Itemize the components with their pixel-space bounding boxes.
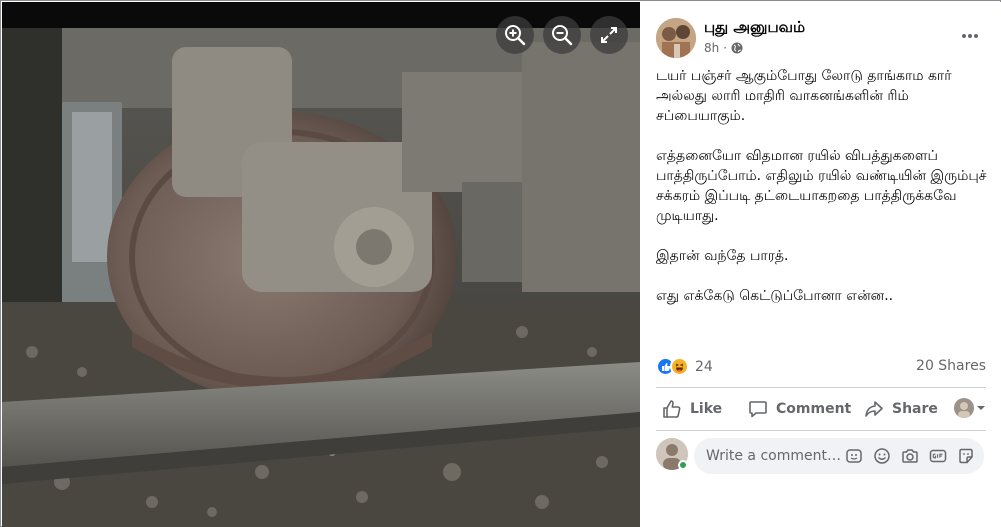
react-as-avatar — [954, 398, 974, 418]
post-details-panel: புது அனுபவம் 8h · டயர் பஞ்சர் ஆகும்போது … — [640, 2, 1001, 527]
like-label: Like — [690, 401, 723, 417]
emoji-button[interactable] — [872, 446, 892, 466]
post-text: டயர் பஞ்சர் ஆகும்போது லோடு தாங்காம கார் … — [656, 66, 990, 326]
emoji-icon — [874, 448, 890, 464]
reactions-summary[interactable]: 24 — [656, 357, 713, 376]
meta-separator: · — [723, 41, 728, 55]
shares-count[interactable]: 20 Shares — [916, 358, 986, 374]
share-label: Share — [892, 401, 938, 417]
comment-box[interactable] — [694, 438, 984, 474]
avatar-sticker-button[interactable] — [844, 446, 864, 466]
thumbs-up-icon — [663, 400, 681, 418]
comment-composer — [656, 438, 986, 474]
post-paragraph: டயர் பஞ்சர் ஆகும்போது லோடு தாங்காம கார் … — [656, 68, 952, 124]
avatar-image — [656, 18, 696, 58]
post-stats: 24 20 Shares — [656, 355, 986, 381]
sticker-button[interactable] — [956, 446, 976, 466]
fullscreen-icon — [601, 27, 617, 43]
post-photo[interactable] — [2, 2, 640, 527]
gif-icon — [929, 449, 947, 463]
share-icon — [865, 401, 883, 417]
post-paragraph: எத்தனையோ விதமான ரயில் விபத்துகளைப் பாத்த… — [656, 148, 987, 224]
chevron-down-icon — [977, 406, 985, 410]
sticker-icon — [959, 448, 973, 464]
gif-button[interactable] — [928, 446, 948, 466]
share-button[interactable]: Share — [864, 392, 938, 426]
like-button[interactable]: Like — [662, 392, 722, 426]
more-options-button[interactable] — [956, 26, 984, 46]
post-actions: Like Comment Share — [656, 392, 986, 426]
zoom-in-button[interactable] — [496, 16, 534, 54]
post-viewer: புது அனுபவம் 8h · டயர் பஞ்சர் ஆகும்போது … — [0, 0, 1001, 527]
camera-icon — [902, 449, 918, 463]
zoom-out-icon — [552, 25, 573, 46]
page-avatar[interactable] — [656, 18, 696, 58]
camera-button[interactable] — [900, 446, 920, 466]
divider — [656, 430, 986, 431]
haha-reaction-icon — [670, 357, 689, 376]
reaction-count: 24 — [695, 358, 713, 375]
globe-icon[interactable] — [731, 42, 743, 54]
comment-icon — [749, 401, 767, 418]
train-wheel-photo — [2, 2, 640, 527]
zoom-in-icon — [505, 25, 526, 46]
zoom-out-button[interactable] — [543, 16, 581, 54]
post-paragraph: இதான் வந்தே பாரத். — [656, 248, 789, 264]
fullscreen-button[interactable] — [590, 16, 628, 54]
comment-button[interactable]: Comment — [748, 392, 851, 426]
comment-tools — [844, 446, 976, 466]
avatar-sticker-icon — [846, 449, 862, 463]
post-paragraph: எது எக்கேடு கெட்டுப்போனா என்ன.. — [656, 288, 894, 304]
online-status-dot — [678, 460, 688, 470]
divider — [656, 387, 986, 388]
react-as-selector[interactable] — [954, 398, 986, 418]
more-dots-icon — [962, 34, 978, 38]
comment-label: Comment — [776, 401, 852, 417]
post-meta: 8h · — [704, 41, 743, 55]
page-name[interactable]: புது அனுபவம் — [704, 18, 805, 38]
post-header: புது அனுபவம் 8h · — [656, 16, 986, 60]
comment-input[interactable] — [706, 438, 846, 474]
post-time[interactable]: 8h — [704, 41, 719, 55]
